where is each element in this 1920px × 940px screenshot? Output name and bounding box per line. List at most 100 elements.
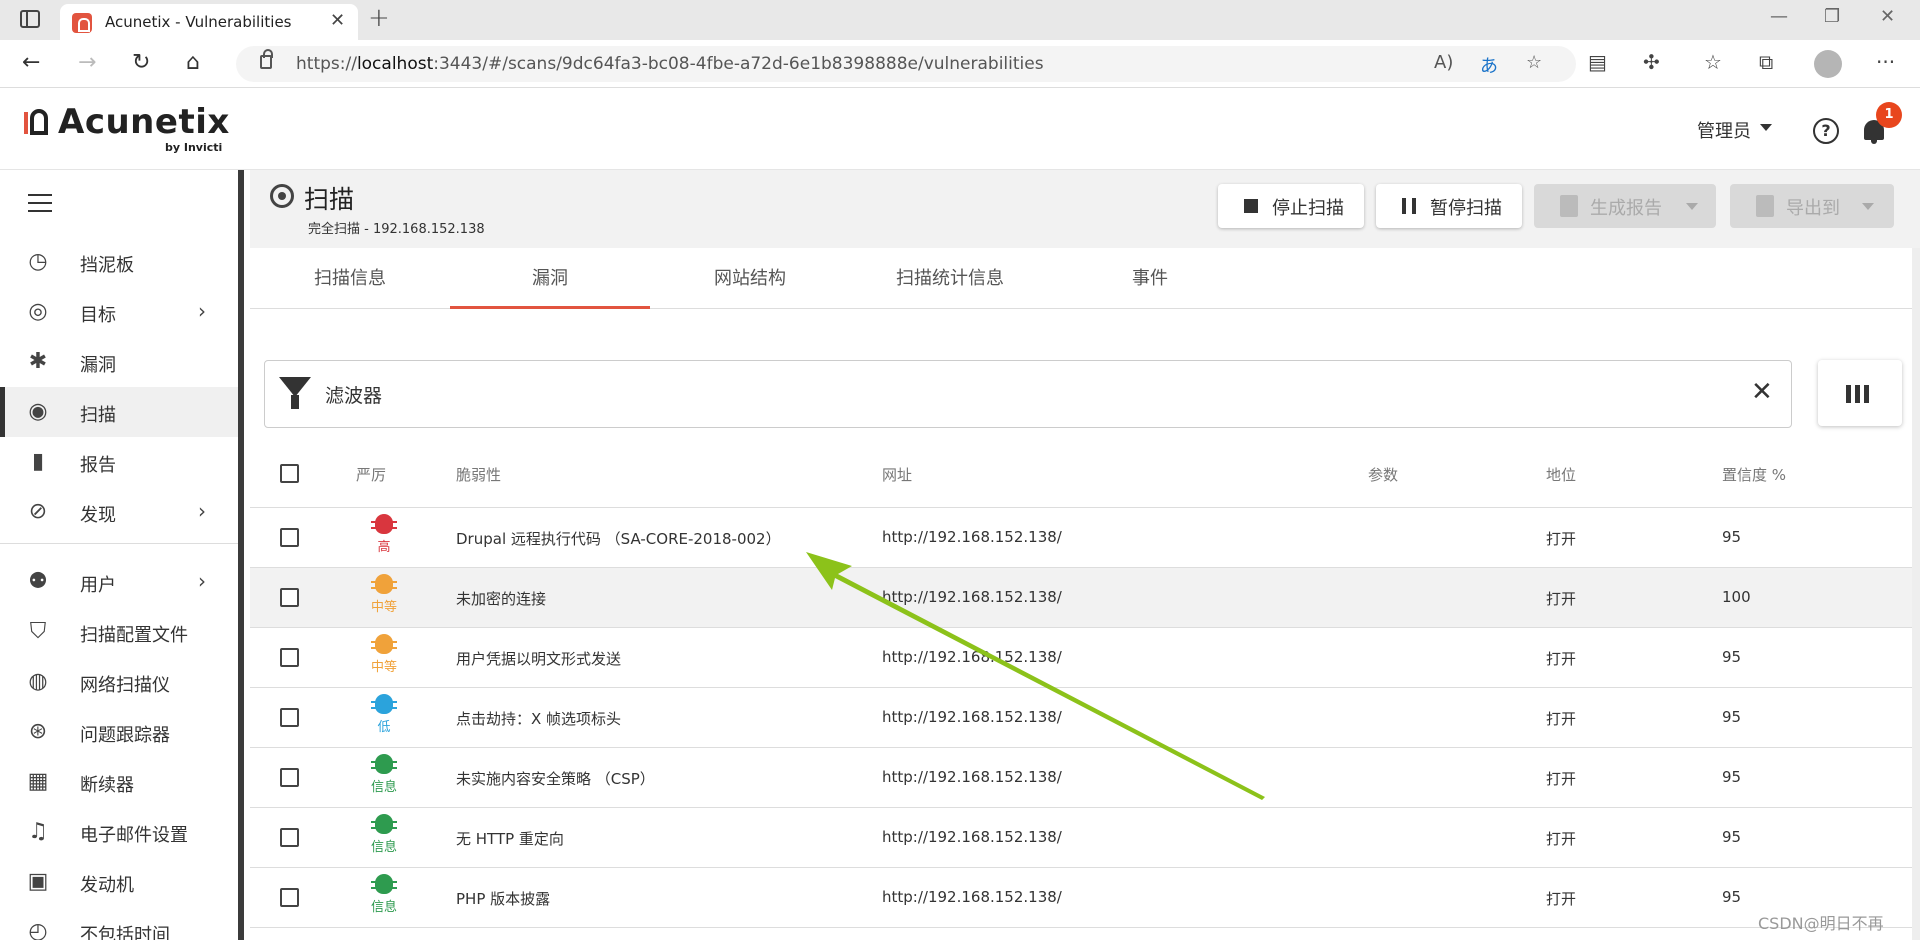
- table-row[interactable]: 低 点击劫持：X 帧选项标头 http://192.168.152.138/打开 95: [250, 688, 1912, 748]
- add-favorite-icon[interactable]: ☆: [1526, 52, 1542, 73]
- minimize-icon[interactable]: —: [1770, 6, 1788, 27]
- tab-0[interactable]: 扫描信息: [250, 248, 450, 309]
- chevron-down-icon: [1862, 203, 1874, 210]
- tab-actions-icon[interactable]: [20, 10, 40, 28]
- vulnerability-url: http://192.168.152.138/: [882, 528, 1062, 546]
- favorites-icon[interactable]: ☆: [1704, 50, 1722, 74]
- vulnerability-confidence: 95: [1722, 888, 1742, 906]
- row-checkbox[interactable]: [280, 768, 299, 787]
- sidebar-item-1[interactable]: ◎ 目标 ›: [0, 287, 238, 337]
- close-window-icon[interactable]: ✕: [1880, 6, 1895, 27]
- vulnerability-name[interactable]: 未加密的连接: [456, 588, 546, 609]
- extensions-icon[interactable]: ✣: [1643, 50, 1660, 74]
- user-menu[interactable]: 管理员: [1697, 117, 1751, 143]
- close-tab-icon[interactable]: ✕: [330, 10, 345, 31]
- sidebar-item-0[interactable]: ◷ 挡泥板: [0, 237, 238, 287]
- scrollbar[interactable]: [1912, 248, 1920, 940]
- sidebar-item-8[interactable]: ◍ 网络扫描仪: [0, 657, 238, 707]
- col-status[interactable]: 地位: [1546, 464, 1576, 485]
- compass-icon: ⊘: [28, 499, 48, 524]
- table-row[interactable]: 中等 未加密的连接 http://192.168.152.138/打开 100: [250, 568, 1912, 628]
- row-checkbox[interactable]: [280, 648, 299, 667]
- browser-tab-bar: Acunetix - Vulnerabilities ✕ + — ❐ ✕: [0, 0, 1920, 40]
- col-vulnerability[interactable]: 脆弱性: [456, 464, 501, 485]
- sidebar-item-13[interactable]: ◴ 不包括时间: [0, 907, 238, 940]
- restore-icon[interactable]: ❐: [1824, 6, 1840, 27]
- vulnerability-url: http://192.168.152.138/: [882, 828, 1062, 846]
- export-button[interactable]: 导出到: [1730, 184, 1894, 228]
- translate-icon[interactable]: あ: [1480, 52, 1498, 78]
- sidebar-item-9[interactable]: ⊛ 问题跟踪器: [0, 707, 238, 757]
- vulnerability-name[interactable]: PHP 版本披露: [456, 888, 550, 909]
- vulnerability-confidence: 100: [1722, 588, 1751, 606]
- row-checkbox[interactable]: [280, 888, 299, 907]
- tab-2[interactable]: 网站结构: [650, 248, 850, 309]
- collections-icon[interactable]: ⧉: [1759, 50, 1773, 74]
- sidebar-item-4[interactable]: ▮ 报告: [0, 437, 238, 487]
- vulnerability-status: 打开: [1546, 830, 1577, 848]
- sidebar-item-11[interactable]: ♫ 电子邮件设置: [0, 807, 238, 857]
- severity-cell: 低: [354, 694, 414, 735]
- lock-icon[interactable]: [260, 49, 273, 69]
- refresh-icon[interactable]: ↻: [132, 50, 150, 75]
- sidebar-item-label: 漏洞: [80, 355, 116, 376]
- read-aloud-icon[interactable]: A): [1434, 52, 1453, 73]
- row-checkbox[interactable]: [280, 528, 299, 547]
- vulnerability-name[interactable]: 用户凭据以明文形式发送: [456, 648, 621, 669]
- tab-4[interactable]: 事件: [1050, 248, 1250, 309]
- columns-button[interactable]: [1818, 360, 1902, 426]
- sidebar-item-12[interactable]: ▣ 发动机: [0, 857, 238, 907]
- vulnerability-url: http://192.168.152.138/: [882, 708, 1062, 726]
- generate-report-button[interactable]: 生成报告: [1534, 184, 1716, 228]
- row-checkbox[interactable]: [280, 828, 299, 847]
- col-severity[interactable]: 严厉: [356, 464, 386, 485]
- vulnerability-name[interactable]: 无 HTTP 重定向: [456, 828, 564, 849]
- col-params[interactable]: 参数: [1368, 464, 1398, 485]
- col-url[interactable]: 网址: [882, 464, 912, 485]
- tab-3[interactable]: 扫描统计信息: [850, 248, 1050, 309]
- table-row[interactable]: 中等 用户凭据以明文形式发送 http://192.168.152.138/打开 95: [250, 628, 1912, 688]
- url-input[interactable]: https://localhost:3443/#/scans/9dc64fa3-…: [236, 46, 1576, 82]
- sidebar-item-3[interactable]: ◉ 扫描: [0, 387, 238, 437]
- row-checkbox[interactable]: [280, 708, 299, 727]
- clear-filter-icon[interactable]: ✕: [1751, 377, 1773, 407]
- back-icon[interactable]: ←: [22, 50, 40, 75]
- vulnerability-name[interactable]: 未实施内容安全策略 （CSP）: [456, 768, 655, 789]
- home-icon[interactable]: ⌂: [186, 50, 200, 75]
- severity-label: 高: [377, 540, 391, 555]
- vulnerability-status: 打开: [1546, 710, 1577, 728]
- filter-bar[interactable]: 滤波器 ✕: [264, 360, 1792, 428]
- tab-1[interactable]: 漏洞: [450, 248, 650, 309]
- chevron-down-icon[interactable]: [1760, 124, 1772, 131]
- row-checkbox[interactable]: [280, 588, 299, 607]
- watermark: CSDN@明日不再: [1758, 914, 1884, 933]
- severity-label: 中等: [370, 660, 397, 675]
- select-all-checkbox[interactable]: [280, 464, 299, 483]
- browser-tab[interactable]: Acunetix - Vulnerabilities ✕: [60, 4, 358, 40]
- forward-icon[interactable]: →: [78, 50, 96, 75]
- table-row[interactable]: 信息 未实施内容安全策略 （CSP） http://192.168.152.138/…: [250, 748, 1912, 808]
- vulnerability-name[interactable]: 点击劫持：X 帧选项标头: [456, 708, 621, 729]
- sidebar-item-6[interactable]: ⚉ 用户 ›: [0, 557, 238, 607]
- table-row[interactable]: 信息 无 HTTP 重定向 http://192.168.152.138/打开 95: [250, 808, 1912, 868]
- stop-scan-button[interactable]: 停止扫描: [1218, 184, 1364, 228]
- sidebar-item-10[interactable]: ▦ 断续器: [0, 757, 238, 807]
- sidebar-item-7[interactable]: ⛉ 扫描配置文件: [0, 607, 238, 657]
- pause-scan-button[interactable]: 暂停扫描: [1376, 184, 1522, 228]
- vulnerability-status: 打开: [1546, 770, 1577, 788]
- split-screen-icon[interactable]: ▤: [1588, 50, 1607, 74]
- more-menu-icon[interactable]: ···: [1876, 50, 1895, 74]
- scan-icon: ◉: [28, 399, 48, 424]
- table-row[interactable]: 高 Drupal 远程执行代码 （SA-CORE-2018-002） http://…: [250, 508, 1912, 568]
- sidebar-item-2[interactable]: ✱ 漏洞: [0, 337, 238, 387]
- new-tab-icon[interactable]: +: [368, 3, 390, 33]
- profile-avatar[interactable]: [1814, 50, 1842, 78]
- sidebar-item-5[interactable]: ⊘ 发现 ›: [0, 487, 238, 537]
- vulnerability-name[interactable]: Drupal 远程执行代码 （SA-CORE-2018-002）: [456, 528, 781, 549]
- notification-badge[interactable]: 1: [1876, 102, 1902, 128]
- help-icon[interactable]: ?: [1813, 118, 1839, 144]
- menu-icon[interactable]: [28, 194, 52, 212]
- table-row[interactable]: 信息 PHP 版本披露 http://192.168.152.138/打开 95: [250, 868, 1912, 928]
- chevron-right-icon: ›: [198, 299, 206, 323]
- col-confidence[interactable]: 置信度 %: [1722, 464, 1786, 485]
